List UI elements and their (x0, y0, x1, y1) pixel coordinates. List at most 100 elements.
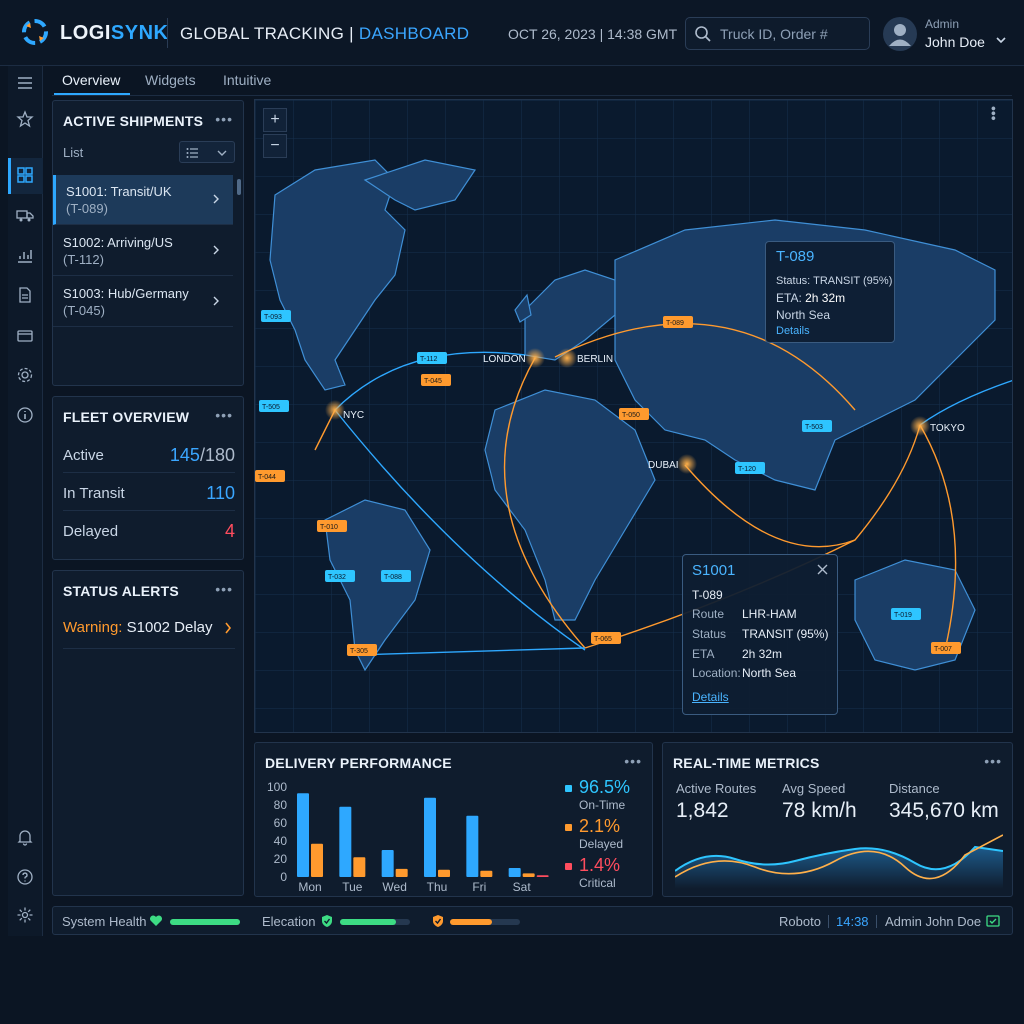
zoom-in-button[interactable]: + (263, 108, 287, 132)
bar-sat-1[interactable] (522, 873, 535, 877)
truck-icon[interactable] (16, 206, 34, 224)
truck-marker[interactable]: T-032 (325, 570, 355, 582)
tab-active-underline (54, 93, 130, 95)
truck-marker[interactable]: T-088 (381, 570, 411, 582)
bar-sat-0[interactable] (508, 868, 521, 877)
close-icon[interactable] (817, 564, 828, 575)
more-icon[interactable]: ••• (215, 111, 233, 127)
shipment-item-s1003[interactable]: S1003: Hub/Germany (T-045) (53, 277, 233, 327)
sidebar (8, 66, 43, 936)
bar-thu-1[interactable] (438, 869, 450, 877)
map-canvas[interactable]: LONDON BERLIN NYC DUBAI TOKYO T-089 T-04… (255, 100, 1013, 733)
city-label-tokyo: TOKYO (930, 423, 965, 434)
truck-marker[interactable]: T-019 (891, 608, 921, 620)
bell-icon[interactable] (16, 828, 34, 846)
fleet-value: 4 (224, 521, 235, 541)
truck-marker[interactable]: T-089 (663, 316, 693, 328)
svg-text:T-089: T-089 (666, 320, 684, 327)
menu-icon[interactable] (16, 74, 34, 92)
truck-marker[interactable]: T-050 (619, 408, 649, 420)
tooltip-title: T-089 (776, 248, 815, 265)
truck-marker[interactable]: T-045 (421, 374, 451, 386)
header-divider (167, 18, 168, 48)
shipment-item-s1002[interactable]: S1002: Arriving/US (T-112) (53, 226, 233, 276)
metric-label: Avg Speed (782, 781, 846, 796)
city-dot-london[interactable] (525, 348, 545, 368)
avatar[interactable] (883, 17, 917, 51)
svg-text:T-305: T-305 (350, 648, 368, 655)
star-icon[interactable] (16, 110, 34, 128)
city-dot-dubai[interactable] (677, 454, 697, 474)
tooltip-eta: ETA: 2h 32m (776, 291, 846, 305)
tooltip-row-value: TRANSIT (95%) (742, 627, 829, 641)
bar-mon-0[interactable] (297, 793, 309, 877)
search-input[interactable]: Truck ID, Order # (685, 17, 870, 50)
city-label-dubai: DUBAI (648, 460, 679, 471)
legend-value: 2.1% (579, 816, 621, 836)
truck-marker[interactable]: T-305 (347, 644, 377, 656)
bar-fri-1[interactable] (480, 870, 493, 877)
shipment-truck: (T-089) (66, 201, 108, 216)
bar-wed-1[interactable] (395, 868, 408, 877)
city-dot-nyc[interactable] (325, 400, 345, 420)
bar-thu-0[interactable] (424, 797, 436, 877)
bar-fri-0[interactable] (466, 815, 479, 877)
document-icon[interactable] (16, 286, 34, 304)
truck-marker[interactable]: T-007 (931, 642, 961, 654)
tooltip-details-link[interactable]: Details (692, 690, 729, 704)
truck-marker[interactable]: T-044 (255, 470, 285, 482)
more-icon[interactable]: ••• (215, 407, 233, 423)
legend-swatch (565, 785, 572, 792)
gear-icon[interactable] (16, 906, 34, 924)
brand-name: LOGISYNK (60, 22, 169, 44)
info-icon[interactable] (16, 406, 34, 424)
settings-icon[interactable] (16, 366, 34, 384)
bar-sat-2[interactable] (536, 875, 549, 877)
more-icon[interactable]: ••• (984, 753, 1002, 769)
city-dot-berlin[interactable] (557, 348, 577, 368)
tab-widgets[interactable]: Widgets (145, 72, 196, 88)
chevron-down-icon[interactable] (995, 34, 1007, 46)
more-icon[interactable]: ••• (624, 753, 642, 769)
city-dot-tokyo[interactable] (910, 416, 930, 436)
truck-marker[interactable]: T-010 (317, 520, 347, 532)
dashboard-icon[interactable] (16, 166, 34, 184)
more-icon[interactable]: ••• (215, 581, 233, 597)
bar-tue-0[interactable] (339, 806, 352, 877)
truck-marker[interactable]: T-505 (259, 400, 289, 412)
x-tick-label: Sat (513, 880, 532, 894)
tab-overview[interactable]: Overview (62, 72, 120, 88)
shipment-truck: (T-112) (63, 252, 104, 267)
tooltip-details-link[interactable]: Details (776, 325, 810, 337)
elecation-label: Elecation (262, 914, 316, 929)
zoom-out-button[interactable]: − (263, 134, 287, 158)
svg-text:T-112: T-112 (420, 356, 437, 363)
wallet-icon[interactable] (16, 326, 34, 344)
status-user: Admin John Doe (885, 914, 982, 929)
truck-marker[interactable]: T-503 (802, 420, 832, 432)
bar-mon-1[interactable] (311, 843, 323, 877)
fleet-overview-panel: FLEET OVERVIEW ••• Active 145/180 In Tra… (52, 396, 244, 560)
city-label-berlin: BERLIN (577, 354, 613, 365)
status-alerts-panel: STATUS ALERTS ••• Warning: S1002 Delay (52, 570, 244, 896)
tab-intuitive[interactable]: Intuitive (223, 72, 271, 88)
bar-tue-1[interactable] (353, 857, 366, 877)
fleet-transit-row: In Transit 110 (63, 475, 235, 511)
world-map[interactable]: LONDON BERLIN NYC DUBAI TOKYO T-089 T-04… (254, 99, 1013, 733)
truck-marker[interactable]: T-065 (591, 632, 621, 644)
fleet-label: Delayed (63, 523, 119, 540)
screen-check-icon[interactable] (986, 914, 1000, 928)
third-status-bar-fill (450, 919, 492, 925)
bar-wed-0[interactable] (381, 850, 394, 877)
help-icon[interactable] (16, 868, 34, 886)
scrollbar[interactable] (237, 179, 241, 195)
view-toggle[interactable] (179, 141, 235, 163)
map-more-icon[interactable]: ••• (986, 106, 1002, 121)
alert-item[interactable]: Warning: S1002 Delay (63, 619, 235, 649)
truck-marker[interactable]: T-120 (735, 462, 765, 474)
user-name[interactable]: John Doe (925, 34, 985, 50)
truck-marker[interactable]: T-112 (417, 352, 447, 364)
shipment-item-s1001[interactable]: S1001: Transit/UK (T-089) (53, 175, 233, 225)
truck-marker[interactable]: T-093 (261, 310, 291, 322)
chart-icon[interactable] (16, 246, 34, 264)
